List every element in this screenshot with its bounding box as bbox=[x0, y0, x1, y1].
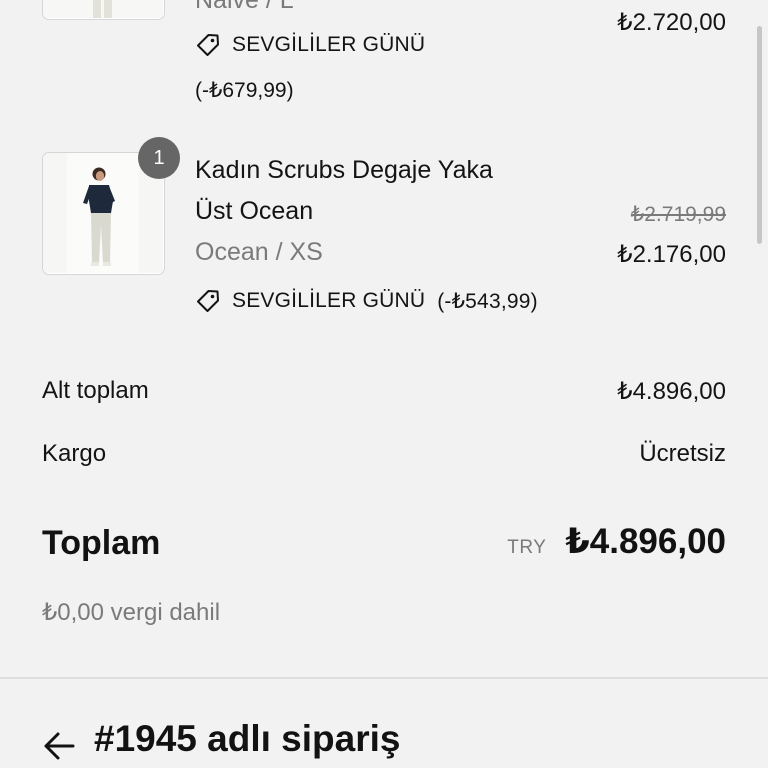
product-original-price: ₺2.719,99 bbox=[630, 203, 726, 226]
total-label: Toplam bbox=[42, 524, 161, 562]
product-variant: Ocean / XS bbox=[195, 238, 323, 266]
subtotal-value: ₺4.896,00 bbox=[617, 378, 726, 405]
product-title-line1: Kadın Scrubs Degaje Yaka bbox=[195, 156, 493, 184]
order-summary-panel: Naive / L ₺2.720,00 SEVGİLİLER GÜNÜ (-₺6… bbox=[0, 0, 768, 677]
discount-name: SEVGİLİLER GÜNÜ bbox=[232, 289, 426, 312]
total-amount: TRY ₺4.896,00 bbox=[507, 522, 726, 562]
product-price: ₺2.720,00 bbox=[617, 9, 726, 36]
order-title: #1945 adlı sipariş bbox=[94, 718, 401, 759]
discount-amount: (-₺543,99) bbox=[437, 289, 538, 313]
tag-icon bbox=[195, 32, 221, 58]
shipping-label: Kargo bbox=[42, 440, 107, 467]
discount-amount: (-₺679,99) bbox=[195, 79, 294, 102]
scrollbar[interactable] bbox=[757, 26, 762, 244]
total-value: ₺4.896,00 bbox=[565, 522, 726, 561]
discount-line: SEVGİLİLER GÜNÜ bbox=[195, 32, 425, 58]
product-price: ₺2.176,00 bbox=[617, 241, 726, 268]
product-variant: Naive / L bbox=[195, 0, 294, 14]
discount-name: SEVGİLİLER GÜNÜ bbox=[232, 33, 426, 56]
subtotal-label: Alt toplam bbox=[42, 377, 149, 404]
product-thumbnail bbox=[42, 0, 165, 20]
shipping-value: Ücretsiz bbox=[639, 440, 726, 467]
quantity-badge: 1 bbox=[138, 137, 180, 179]
discount-line: SEVGİLİLER GÜNÜ (-₺543,99) bbox=[195, 288, 538, 314]
tag-icon bbox=[195, 288, 221, 314]
tax-note: ₺0,00 vergi dahil bbox=[42, 599, 221, 626]
arrow-left-icon[interactable] bbox=[42, 729, 76, 763]
currency-code: TRY bbox=[507, 537, 547, 558]
product-title-line2: Üst Ocean bbox=[195, 197, 314, 225]
